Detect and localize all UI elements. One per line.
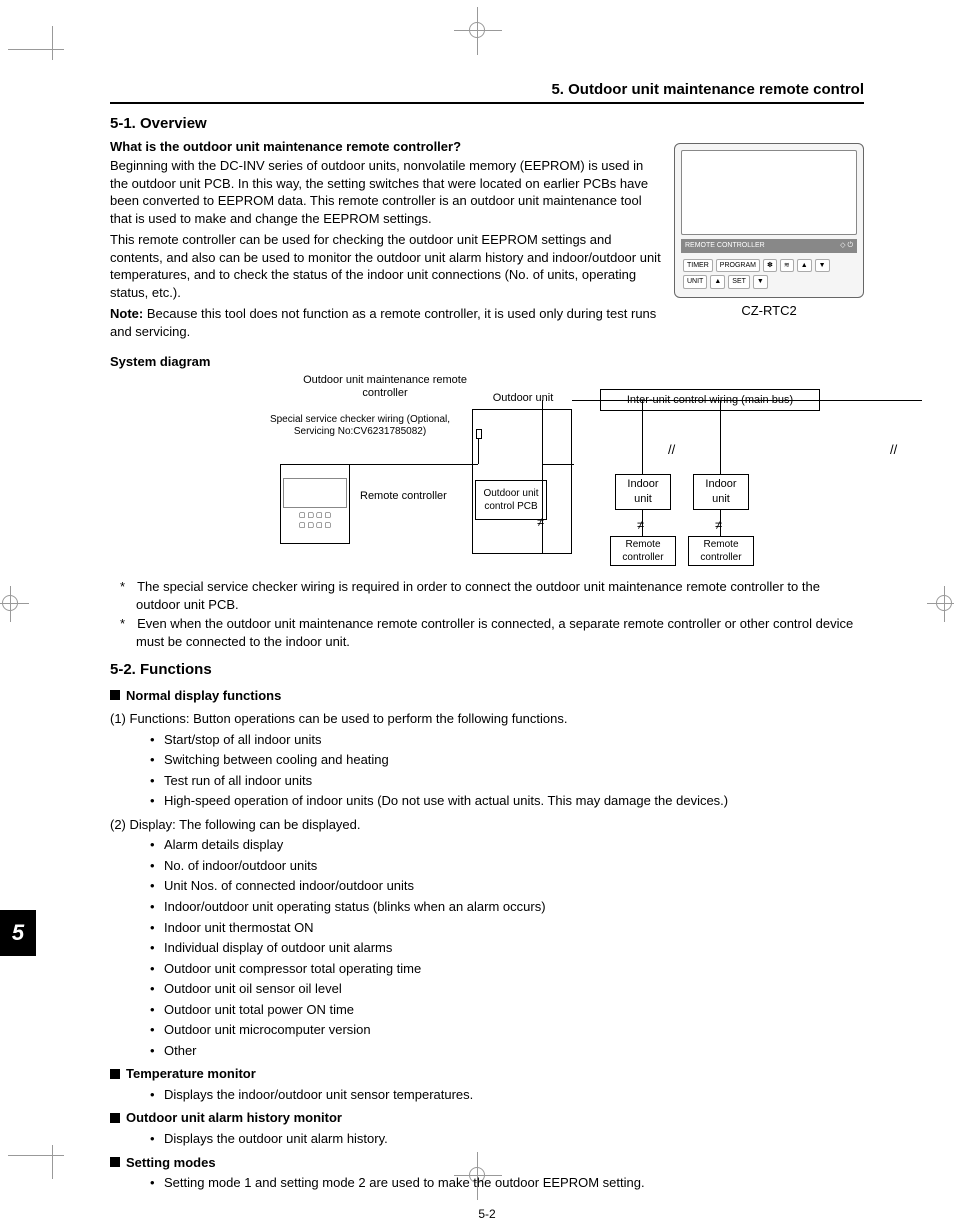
diagram-note-2: Even when the outdoor unit maintenance r… <box>120 615 864 650</box>
diagram-remote-ctrl-2: Remote controller <box>688 536 754 566</box>
diagram-connector <box>476 429 482 439</box>
display-item: Outdoor unit total power ON time <box>150 1001 864 1019</box>
remote-btn-up-icon: ▲ <box>797 259 812 272</box>
diagram-label-remote-controller: Remote controller <box>360 490 447 503</box>
subhead-normal-display: Normal display functions <box>126 687 281 705</box>
overview-note: Note: Because this tool does not functio… <box>110 305 664 340</box>
remote-btn-down-icon: ▼ <box>815 259 830 272</box>
chapter-tab: 5 <box>0 910 36 956</box>
diagram-note-1: The special service checker wiring is re… <box>120 578 864 613</box>
remote-btn-airflow-icon: ≋ <box>780 259 794 272</box>
display-item: Indoor/outdoor unit operating status (bl… <box>150 898 864 916</box>
remote-label-bar: REMOTE CONTROLLER◇ ⏻ <box>681 239 857 252</box>
register-mark-right <box>936 595 952 611</box>
diagram-remote-controller-box: ▢ ▢ ▢ ▢▢ ▢ ▢ ▢ <box>280 464 350 544</box>
temp-monitor-item: Displays the indoor/outdoor unit sensor … <box>150 1086 864 1104</box>
section-5-2-heading: 5-2. Functions <box>110 660 864 680</box>
diagram-label-checker-wiring: Special service checker wiring (Optional… <box>250 414 470 438</box>
remote-btn-down2-icon: ▼ <box>753 275 768 288</box>
system-diagram-heading: System diagram <box>110 353 864 371</box>
section-5-1-heading: 5-1. Overview <box>110 114 864 134</box>
diagram-slash-5: ≠ <box>715 517 722 533</box>
diagram-remote-ctrl-1: Remote controller <box>610 536 676 566</box>
display-item: Individual display of outdoor unit alarm… <box>150 939 864 957</box>
overview-paragraph-2: This remote controller can be used for c… <box>110 231 664 301</box>
functions-list-2: Alarm details display No. of indoor/outdo… <box>150 836 864 1059</box>
functions-lead-2: (2) Display: The following can be displa… <box>110 816 864 834</box>
remote-btn-set: SET <box>728 275 750 288</box>
diagram-indoor-unit-2: Indoor unit <box>693 474 749 510</box>
page-number: 5-2 <box>110 1206 864 1222</box>
remote-model-label: CZ-RTC2 <box>674 302 864 320</box>
display-item: Unit Nos. of connected indoor/outdoor un… <box>150 877 864 895</box>
chapter-header: 5. Outdoor unit maintenance remote contr… <box>110 80 864 104</box>
remote-btn-timer: TIMER <box>683 259 713 272</box>
register-mark-top <box>469 22 485 38</box>
diagram-label-outdoor-unit: Outdoor unit <box>473 392 573 405</box>
display-item: Other <box>150 1042 864 1060</box>
remote-controller-illustration: REMOTE CONTROLLER◇ ⏻ TIMER PROGRAM ✽ ≋ ▲… <box>674 143 864 298</box>
function-item: Test run of all indoor units <box>150 772 864 790</box>
remote-btn-unit: UNIT <box>683 275 707 288</box>
display-item: Indoor unit thermostat ON <box>150 919 864 937</box>
square-bullet-icon <box>110 1157 120 1167</box>
alarm-history-item: Displays the outdoor unit alarm history. <box>150 1130 864 1148</box>
diagram-label-outdoor-rc: Outdoor unit maintenance remote controll… <box>300 374 470 400</box>
diagram-slash-4: ≠ <box>637 517 644 533</box>
subhead-setting-modes: Setting modes <box>126 1154 216 1172</box>
subhead-temperature-monitor: Temperature monitor <box>126 1065 256 1083</box>
overview-paragraph-1: Beginning with the DC-INV series of outd… <box>110 157 664 227</box>
display-item: Alarm details display <box>150 836 864 854</box>
note-text: Because this tool does not function as a… <box>110 306 656 339</box>
function-item: Switching between cooling and heating <box>150 751 864 769</box>
remote-btn-fan-icon: ✽ <box>763 259 777 272</box>
setting-modes-item: Setting mode 1 and setting mode 2 are us… <box>150 1174 864 1192</box>
functions-list-1: Start/stop of all indoor units Switching … <box>150 731 864 810</box>
functions-lead-1: (1) Functions: Button operations can be … <box>110 710 864 728</box>
display-item: Outdoor unit microcomputer version <box>150 1021 864 1039</box>
diagram-slash-1: ≠ <box>537 514 544 530</box>
function-item: High-speed operation of indoor units (Do… <box>150 792 864 810</box>
function-item: Start/stop of all indoor units <box>150 731 864 749</box>
diagram-slash-2: // <box>668 442 675 458</box>
square-bullet-icon <box>110 690 120 700</box>
system-diagram: Outdoor unit maintenance remote controll… <box>190 374 854 574</box>
register-mark-left <box>2 595 18 611</box>
square-bullet-icon <box>110 1069 120 1079</box>
square-bullet-icon <box>110 1113 120 1123</box>
display-item: Outdoor unit compressor total operating … <box>150 960 864 978</box>
diagram-slash-3: // <box>890 442 897 458</box>
remote-btn-up2-icon: ▲ <box>710 275 725 288</box>
crop-mark-bottom-left <box>8 1155 64 1187</box>
display-item: Outdoor unit oil sensor oil level <box>150 980 864 998</box>
remote-screen <box>681 150 857 236</box>
diagram-indoor-unit-1: Indoor unit <box>615 474 671 510</box>
diagram-outdoor-unit-box: Outdoor unit Outdoor unit control PCB <box>472 409 572 554</box>
note-label: Note: <box>110 306 143 321</box>
remote-btn-program: PROGRAM <box>716 259 760 272</box>
display-item: No. of indoor/outdoor units <box>150 857 864 875</box>
crop-mark-top-left <box>8 18 64 50</box>
subhead-alarm-history: Outdoor unit alarm history monitor <box>126 1109 342 1127</box>
overview-question: What is the outdoor unit maintenance rem… <box>110 138 664 156</box>
